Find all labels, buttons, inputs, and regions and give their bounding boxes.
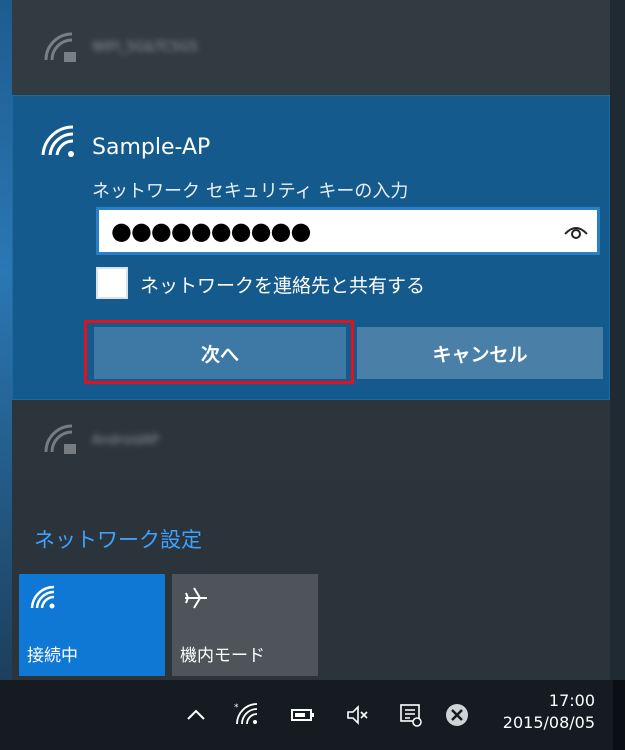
cancel-button[interactable]: キャンセル (357, 327, 603, 379)
show-desktop-button[interactable] (613, 680, 625, 750)
network-settings-link[interactable]: ネットワーク設定 (34, 524, 202, 554)
wifi-quick-action-label: 接続中 (27, 646, 78, 666)
desktop-background (0, 0, 12, 680)
airplane-mode-label: 機内モード (180, 646, 265, 666)
network-ssid: AndroidAP (92, 432, 159, 448)
battery-icon[interactable] (290, 702, 316, 728)
volume-muted-icon[interactable] (345, 702, 371, 728)
reveal-password-icon[interactable] (563, 222, 589, 242)
network-item[interactable]: AndroidAP (12, 400, 610, 480)
wifi-secured-icon (44, 424, 76, 454)
close-circle-icon[interactable] (444, 702, 470, 728)
security-key-input[interactable]: ●●●●●●●●●● (96, 207, 600, 255)
wifi-quick-action[interactable]: 接続中 (19, 574, 165, 676)
network-name: Sample-AP (92, 135, 211, 160)
share-contacts-checkbox[interactable] (96, 267, 128, 299)
action-center-icon[interactable] (398, 702, 424, 728)
taskbar: * 17:00 2015/08/05 (0, 680, 625, 750)
airplane-icon (185, 587, 207, 609)
wifi-icon (30, 585, 55, 609)
clock-time: 17:00 (548, 691, 595, 710)
airplane-mode-quick-action[interactable]: 機内モード (172, 574, 318, 676)
password-mask: ●●●●●●●●●● (111, 217, 311, 245)
wifi-secured-icon (44, 32, 76, 62)
wifi-icon (41, 125, 74, 157)
share-contacts-label: ネットワークを連絡先と共有する (140, 275, 426, 297)
clock-date: 2015/08/05 (502, 713, 595, 732)
next-button[interactable]: 次へ (94, 327, 346, 379)
security-key-label: ネットワーク セキュリティ キーの入力 (92, 181, 409, 202)
network-ssid: WIFI_5G&TC5G5 (92, 40, 198, 55)
system-clock[interactable]: 17:00 2015/08/05 (503, 690, 595, 734)
svg-text:*: * (234, 703, 239, 713)
chevron-up-icon[interactable] (183, 702, 209, 728)
wifi-tray-icon[interactable]: * (234, 702, 260, 728)
selected-network-panel: Sample-AP ネットワーク セキュリティ キーの入力 ●●●●●●●●●●… (12, 95, 610, 400)
network-item[interactable]: WIFI_5G&TC5G5 (12, 0, 610, 95)
